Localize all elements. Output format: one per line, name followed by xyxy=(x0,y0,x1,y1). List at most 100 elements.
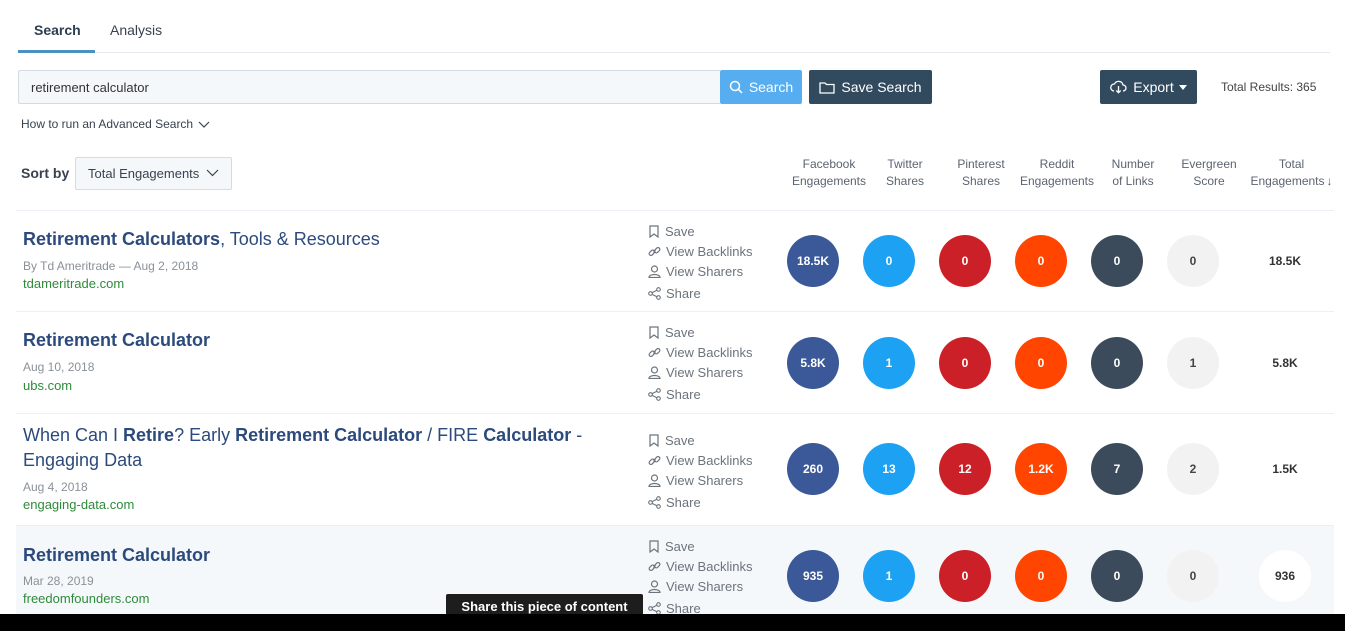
result-domain[interactable]: tdameritrade.com xyxy=(23,276,124,291)
total-engagements-value: 1.5K xyxy=(1272,462,1298,476)
pin-metric[interactable]: 0 xyxy=(939,235,991,287)
result-domain[interactable]: engaging-data.com xyxy=(23,497,134,512)
share-action[interactable]: Share xyxy=(648,283,752,303)
user-icon xyxy=(648,579,661,593)
col-total-engagements[interactable]: Total Engagements ↓ xyxy=(1244,156,1339,190)
link-icon xyxy=(648,246,661,256)
reddit-metric[interactable]: 0 xyxy=(1015,550,1067,602)
share-icon xyxy=(648,387,661,401)
reddit-metric[interactable]: 1.2K xyxy=(1015,443,1067,495)
save-search-button[interactable]: Save Search xyxy=(809,70,932,104)
col-evergreen-score[interactable]: Evergreen Score xyxy=(1164,156,1254,190)
links-metric[interactable]: 7 xyxy=(1091,443,1143,495)
bookmark-icon xyxy=(649,433,659,447)
pin-metric[interactable]: 0 xyxy=(939,550,991,602)
backlinks-action[interactable]: View Backlinks xyxy=(648,342,752,362)
save-action[interactable]: Save xyxy=(648,430,752,450)
total-engagements-value: 5.8K xyxy=(1272,356,1298,370)
links-metric[interactable]: 0 xyxy=(1091,235,1143,287)
sharers-action[interactable]: View Sharers xyxy=(648,261,752,281)
cloud-download-icon xyxy=(1110,80,1127,94)
advanced-search-label: How to run an Advanced Search xyxy=(21,117,194,131)
total-engagements-value: 18.5K xyxy=(1268,254,1302,268)
link-icon xyxy=(648,455,661,465)
caret-down-icon xyxy=(1178,84,1187,90)
evergreen-metric[interactable]: 1 xyxy=(1167,337,1219,389)
result-meta: Aug 10, 2018 xyxy=(23,360,95,374)
bottom-bar xyxy=(0,614,1345,631)
export-button[interactable]: Export xyxy=(1100,70,1197,104)
tw-metric[interactable]: 13 xyxy=(863,443,915,495)
evergreen-metric[interactable]: 0 xyxy=(1167,550,1219,602)
sharers-action[interactable]: View Sharers xyxy=(648,362,752,382)
result-domain[interactable]: ubs.com xyxy=(23,378,72,393)
share-icon xyxy=(648,286,661,300)
share-action[interactable]: Share xyxy=(648,384,752,404)
result-meta: Aug 4, 2018 xyxy=(23,480,88,494)
share-icon xyxy=(648,495,661,509)
user-icon xyxy=(648,473,661,487)
pin-metric[interactable]: 12 xyxy=(939,443,991,495)
result-title[interactable]: Retirement Calculator xyxy=(23,543,613,568)
save-search-label: Save Search xyxy=(841,79,922,95)
advanced-search-toggle[interactable]: How to run an Advanced Search xyxy=(21,117,210,131)
result-actions: Save View Backlinks View Sharers Share xyxy=(648,536,752,618)
tab-search[interactable]: Search xyxy=(34,22,81,38)
result-meta: Mar 28, 2019 xyxy=(23,574,94,588)
fb-metric[interactable]: 935 xyxy=(787,550,839,602)
fb-metric[interactable]: 18.5K xyxy=(787,235,839,287)
sharers-action[interactable]: View Sharers xyxy=(648,470,752,490)
pin-metric[interactable]: 0 xyxy=(939,337,991,389)
links-metric[interactable]: 0 xyxy=(1091,337,1143,389)
result-row: Retirement Calculator Mar 28, 2019 freedom… xyxy=(16,525,1334,620)
export-label: Export xyxy=(1133,79,1174,95)
share-icon xyxy=(648,601,661,615)
active-tab-indicator xyxy=(18,50,95,53)
search-button[interactable]: Search xyxy=(720,70,802,104)
save-action[interactable]: Save xyxy=(648,536,752,556)
result-domain[interactable]: freedomfounders.com xyxy=(23,591,149,606)
total-results: Total Results: 365 xyxy=(1221,80,1317,94)
result-actions: Save View Backlinks View Sharers Share xyxy=(648,430,752,512)
tw-metric[interactable]: 1 xyxy=(863,550,915,602)
tab-analysis[interactable]: Analysis xyxy=(110,22,162,38)
save-action[interactable]: Save xyxy=(648,322,752,342)
search-input[interactable] xyxy=(18,70,720,104)
evergreen-metric[interactable]: 0 xyxy=(1167,235,1219,287)
bookmark-icon xyxy=(649,325,659,339)
link-icon xyxy=(648,347,661,357)
sort-desc-icon: ↓ xyxy=(1326,174,1333,188)
tw-metric[interactable]: 1 xyxy=(863,337,915,389)
user-icon xyxy=(648,264,661,278)
evergreen-metric[interactable]: 2 xyxy=(1167,443,1219,495)
result-meta: By Td Ameritrade — Aug 2, 2018 xyxy=(23,259,199,273)
bookmark-icon xyxy=(649,224,659,238)
result-title[interactable]: Retirement Calculator xyxy=(23,328,613,353)
save-action[interactable]: Save xyxy=(648,221,752,241)
fb-metric[interactable]: 5.8K xyxy=(787,337,839,389)
links-metric[interactable]: 0 xyxy=(1091,550,1143,602)
sort-select[interactable]: Total Engagements xyxy=(75,157,232,190)
fb-metric[interactable]: 260 xyxy=(787,443,839,495)
folder-icon xyxy=(819,81,836,94)
backlinks-action[interactable]: View Backlinks xyxy=(648,556,752,576)
search-button-label: Search xyxy=(748,79,794,95)
reddit-metric[interactable]: 0 xyxy=(1015,337,1067,389)
share-action[interactable]: Share xyxy=(648,492,752,512)
tab-bar: Search Analysis xyxy=(18,0,1330,53)
bookmark-icon xyxy=(649,539,659,553)
backlinks-action[interactable]: View Backlinks xyxy=(648,241,752,261)
result-title[interactable]: Retirement Calculators, Tools & Resource… xyxy=(23,227,613,252)
result-row: Retirement Calculators, Tools & Resource… xyxy=(16,210,1334,311)
tw-metric[interactable]: 0 xyxy=(863,235,915,287)
user-icon xyxy=(648,365,661,379)
result-actions: Save View Backlinks View Sharers Share xyxy=(648,221,752,303)
result-title[interactable]: When Can I Retire? Early Retirement Calc… xyxy=(23,423,613,473)
reddit-metric[interactable]: 0 xyxy=(1015,235,1067,287)
result-row: Retirement Calculator Aug 10, 2018 ubs.com… xyxy=(16,311,1334,413)
search-icon xyxy=(729,80,743,94)
result-actions: Save View Backlinks View Sharers Share xyxy=(648,322,752,404)
link-icon xyxy=(648,561,661,571)
sharers-action[interactable]: View Sharers xyxy=(648,576,752,596)
backlinks-action[interactable]: View Backlinks xyxy=(648,450,752,470)
